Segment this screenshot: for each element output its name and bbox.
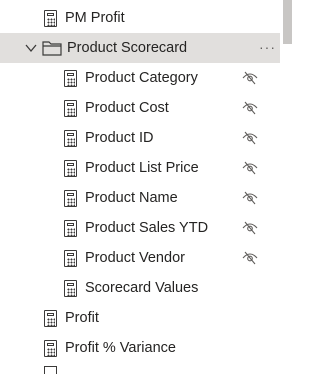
calculator-icon [64,189,77,207]
scrollbar-thumb[interactable] [283,0,292,44]
calculator-icon [44,9,57,27]
field-label: Profit [65,310,99,326]
more-options-button[interactable]: ··· [259,39,276,55]
eye-hidden-icon [242,161,258,175]
field-label: Profit % Variance [65,340,176,356]
field-item-product-category[interactable]: Product Category [0,63,280,93]
chevron-down-icon[interactable] [24,41,38,55]
field-label: Product ID [85,130,154,146]
eye-hidden-icon [242,251,258,265]
field-label: Product Sales YTD [85,220,209,236]
folder-icon [42,41,62,56]
field-item-product-cost[interactable]: Product Cost [0,93,280,123]
calculator-icon [44,366,57,374]
field-item-profit-variance[interactable]: Profit % Variance [0,333,280,363]
field-item-scorecard-values[interactable]: Scorecard Values [0,273,280,303]
field-label: Product Cost [85,100,169,116]
field-label: Scorecard Values [85,280,199,296]
field-item-profit[interactable]: Profit [0,303,280,333]
fields-pane: PM Profit Product Scorecard ··· Product … [0,0,296,374]
calculator-icon [64,249,77,267]
field-label: Product Vendor [85,250,185,266]
calculator-icon [44,339,57,357]
folder-label: Product Scorecard [67,40,188,56]
eye-hidden-icon [242,221,258,235]
field-label: Product Name [85,190,178,206]
field-label: PM Profit [65,10,125,26]
field-item-product-id[interactable]: Product ID [0,123,280,153]
folder-product-scorecard[interactable]: Product Scorecard ··· [0,33,280,63]
eye-hidden-icon [242,101,258,115]
field-item-product-sales-ytd[interactable]: Product Sales YTD [0,213,280,243]
field-item-pm-profit[interactable]: PM Profit [0,3,280,33]
field-item-product-list-price[interactable]: Product List Price [0,153,280,183]
eye-hidden-icon [242,71,258,85]
calculator-icon [64,219,77,237]
field-item-product-name[interactable]: Product Name [0,183,280,213]
field-label: Product List Price [85,160,199,176]
field-item-product-vendor[interactable]: Product Vendor [0,243,280,273]
calculator-icon [64,129,77,147]
eye-hidden-icon [242,191,258,205]
calculator-icon [44,309,57,327]
calculator-icon [64,279,77,297]
eye-hidden-icon [242,131,258,145]
field-label: Product Category [85,70,198,86]
calculator-icon [64,159,77,177]
calculator-icon [64,69,77,87]
calculator-icon [64,99,77,117]
